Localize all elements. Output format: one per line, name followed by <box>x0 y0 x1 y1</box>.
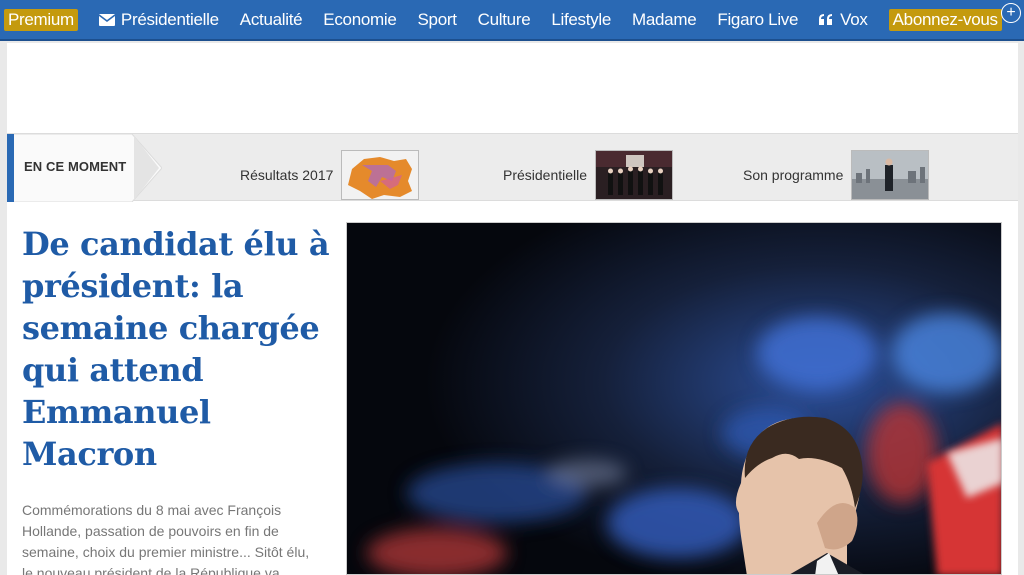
trend-link-presidentielle[interactable]: Présidentielle <box>503 150 674 200</box>
accent-bar <box>7 134 14 202</box>
subscribe-button[interactable]: Abonnez-vous <box>888 8 1002 31</box>
nav-item-label: Vox <box>840 9 868 29</box>
quote-icon <box>819 13 834 26</box>
premium-link[interactable]: Premium <box>4 8 78 31</box>
candidate-standing-thumbnail[interactable] <box>851 150 930 200</box>
trend-link-resultats[interactable]: Résultats 2017 <box>240 150 420 200</box>
nav-item-actualite[interactable]: Actualité <box>240 8 303 32</box>
nav-item-lifestyle[interactable]: Lifestyle <box>551 8 611 32</box>
trend-link-son-programme[interactable]: Son programme <box>743 150 930 200</box>
nav-item-sport[interactable]: Sport <box>418 8 457 32</box>
ad-banner-slot <box>7 43 1018 133</box>
article-summary: Commémorations du 8 mai avec François Ho… <box>22 502 310 575</box>
plus-circle-icon[interactable]: + <box>1001 3 1021 23</box>
page-content: EN CE MOMENT Résultats 2017 Présidentiel… <box>7 43 1018 575</box>
nav-item-presidentielle[interactable]: Présidentielle <box>98 8 219 32</box>
trend-link-label: Résultats 2017 <box>240 167 334 183</box>
debate-stage-thumbnail[interactable] <box>595 150 674 200</box>
macron-profile-flags-photo[interactable] <box>346 222 1002 575</box>
nav-item-vox[interactable]: Vox <box>819 8 868 32</box>
nav-item-economie[interactable]: Economie <box>323 8 397 32</box>
nav-item-madame[interactable]: Madame <box>632 8 697 32</box>
en-ce-moment-tab: EN CE MOMENT <box>7 134 162 202</box>
france-map-thumbnail[interactable] <box>341 150 420 200</box>
envelope-icon <box>98 13 115 26</box>
nav-item-label: Présidentielle <box>120 9 219 29</box>
nav-item-figaro-live[interactable]: Figaro Live <box>717 8 798 32</box>
trend-link-label: Son programme <box>743 167 844 183</box>
en-ce-moment-band: EN CE MOMENT Résultats 2017 Présidentiel… <box>7 133 1018 202</box>
nav-item-culture[interactable]: Culture <box>478 8 531 32</box>
trend-link-label: Présidentielle <box>503 167 588 183</box>
en-ce-moment-label: EN CE MOMENT <box>24 159 127 174</box>
article-headline[interactable]: De candidat élu à président: la semaine … <box>22 223 332 475</box>
top-navigation-bar: Premium Présidentielle Actualité Economi… <box>0 0 1024 41</box>
